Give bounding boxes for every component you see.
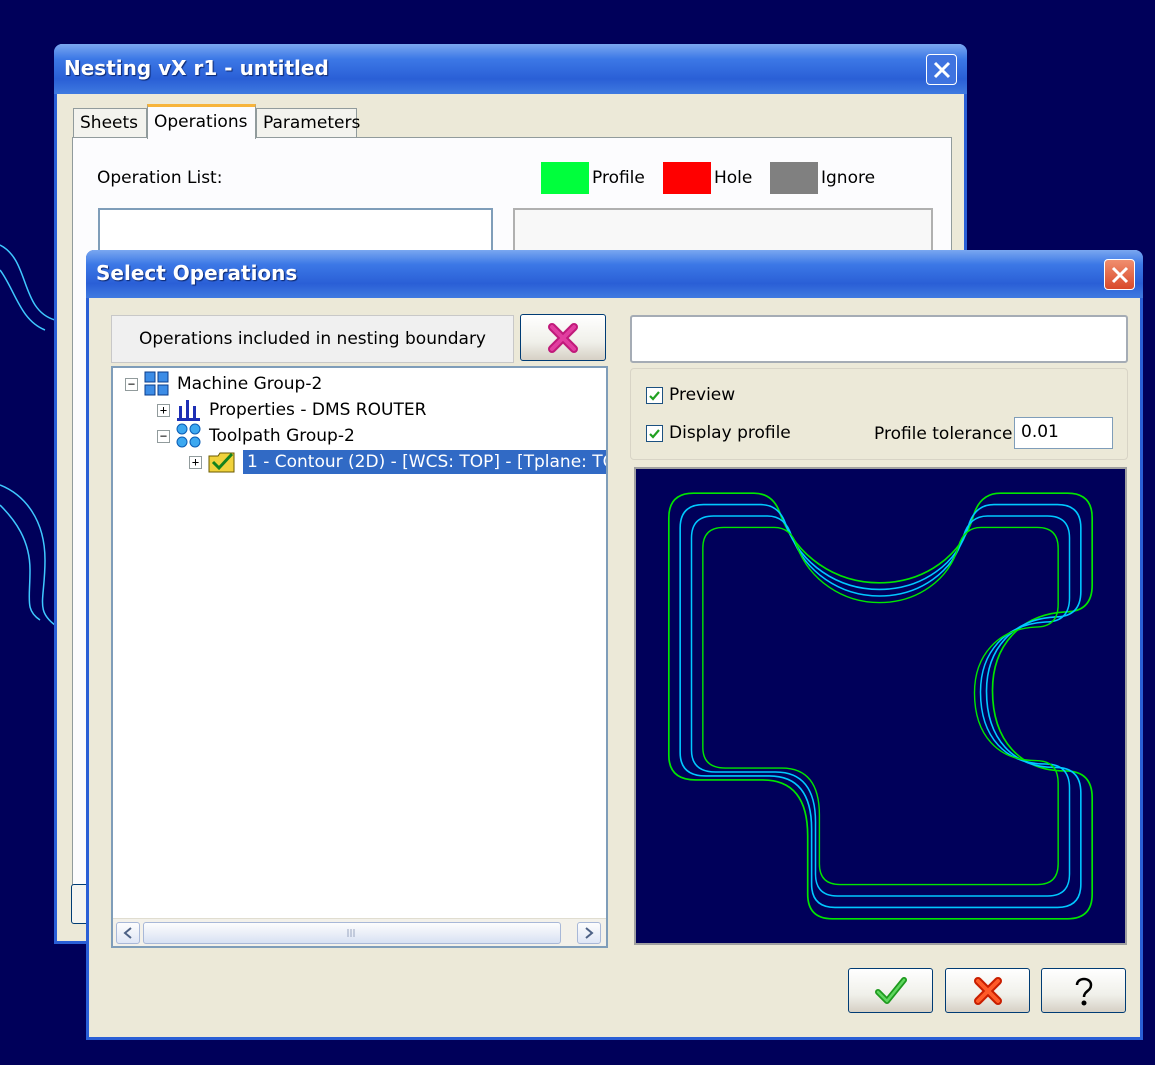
legend-profile: Profile xyxy=(541,162,645,194)
chevron-right-icon xyxy=(585,927,594,939)
tab-parameters[interactable]: Parameters xyxy=(256,108,360,138)
tree-item-label: Machine Group-2 xyxy=(177,374,323,394)
operation-info-field[interactable] xyxy=(630,315,1128,363)
tree-item-machine-group[interactable]: − Machine Group-2 xyxy=(125,371,322,397)
ok-button[interactable] xyxy=(848,968,933,1013)
profile-tolerance-input[interactable]: 0.01 xyxy=(1014,417,1113,449)
grip-icon xyxy=(347,929,355,937)
preview-label: Preview xyxy=(669,385,736,405)
display-profile-checkbox[interactable] xyxy=(646,424,663,442)
legend-hole-label: Hole xyxy=(714,168,753,188)
profile-swatch xyxy=(541,162,589,194)
cancel-button[interactable] xyxy=(945,968,1030,1013)
scroll-left-button[interactable] xyxy=(116,922,140,944)
scrollbar-thumb[interactable] xyxy=(143,922,561,944)
preview-options-group: Preview Display profile Profile toleranc… xyxy=(630,368,1128,460)
legend-profile-label: Profile xyxy=(592,168,645,188)
cancel-x-icon xyxy=(973,976,1002,1005)
close-button[interactable] xyxy=(926,54,957,85)
preview-checkbox[interactable] xyxy=(646,386,663,404)
tree-item-label: Toolpath Group-2 xyxy=(209,426,355,446)
expand-toggle[interactable]: + xyxy=(189,455,202,469)
close-icon xyxy=(1111,266,1128,283)
nesting-window-title: Nesting vX r1 - untitled xyxy=(64,56,329,80)
toolpath-group-icon xyxy=(176,423,202,449)
checkmark-icon xyxy=(874,976,907,1004)
operations-tree[interactable]: − Machine Group-2 + Properties - DMS ROU… xyxy=(111,366,608,948)
display-profile-label: Display profile xyxy=(669,423,791,443)
tree-item-label: 1 - Contour (2D) - [WCS: TOP] - [Tplane:… xyxy=(243,450,606,474)
expand-toggle[interactable]: + xyxy=(157,403,170,417)
tree-item-properties[interactable]: + Properties - DMS ROUTER xyxy=(157,397,426,423)
tab-sheets[interactable]: Sheets xyxy=(73,108,147,138)
tree-item-label: Properties - DMS ROUTER xyxy=(209,400,427,420)
collapse-toggle[interactable]: − xyxy=(157,429,170,443)
legend-ignore-label: Ignore xyxy=(821,168,876,188)
tree-item-contour-operation[interactable]: + 1 - Contour (2D) - [WCS: TOP] - [Tplan… xyxy=(189,449,606,475)
help-question-icon xyxy=(1075,977,1092,1005)
ignore-swatch xyxy=(770,162,818,194)
profile-preview xyxy=(634,467,1127,945)
legend-ignore: Ignore xyxy=(770,162,875,194)
scroll-right-button[interactable] xyxy=(577,922,601,944)
operation-list-label: Operation List: xyxy=(97,168,223,188)
dialog-close-button[interactable] xyxy=(1104,259,1135,290)
select-operations-title-bar[interactable]: Select Operations xyxy=(86,250,1143,298)
hole-swatch xyxy=(663,162,711,194)
machine-group-icon xyxy=(144,371,170,397)
operation-folder-icon xyxy=(208,450,236,474)
chevron-left-icon xyxy=(123,927,132,939)
properties-icon xyxy=(176,398,202,422)
tree-header-label: Operations included in nesting boundary xyxy=(139,329,486,349)
tree-header: Operations included in nesting boundary xyxy=(111,315,514,363)
checkmark-icon xyxy=(649,428,660,439)
profile-shape-drawing xyxy=(667,492,1094,920)
collapse-toggle[interactable]: − xyxy=(125,377,138,391)
close-icon xyxy=(933,61,950,78)
dialog-title: Select Operations xyxy=(96,261,298,285)
tree-item-toolpath-group[interactable]: − Toolpath Group-2 xyxy=(157,423,355,449)
profile-tolerance-label: Profile tolerance: xyxy=(874,424,1019,444)
clear-selection-button[interactable] xyxy=(520,314,606,361)
select-operations-dialog: Select Operations Operations included in… xyxy=(86,250,1143,1040)
legend-hole: Hole xyxy=(663,162,752,194)
checkmark-icon xyxy=(649,390,660,401)
display-profile-checkbox-row[interactable]: Display profile xyxy=(646,423,791,443)
help-button[interactable] xyxy=(1041,968,1126,1013)
nesting-title-bar[interactable]: Nesting vX r1 - untitled xyxy=(54,44,967,94)
horizontal-scrollbar[interactable] xyxy=(113,918,606,946)
tab-operations[interactable]: Operations xyxy=(147,104,256,139)
preview-checkbox-row[interactable]: Preview xyxy=(646,385,735,405)
delete-x-icon xyxy=(548,322,578,353)
